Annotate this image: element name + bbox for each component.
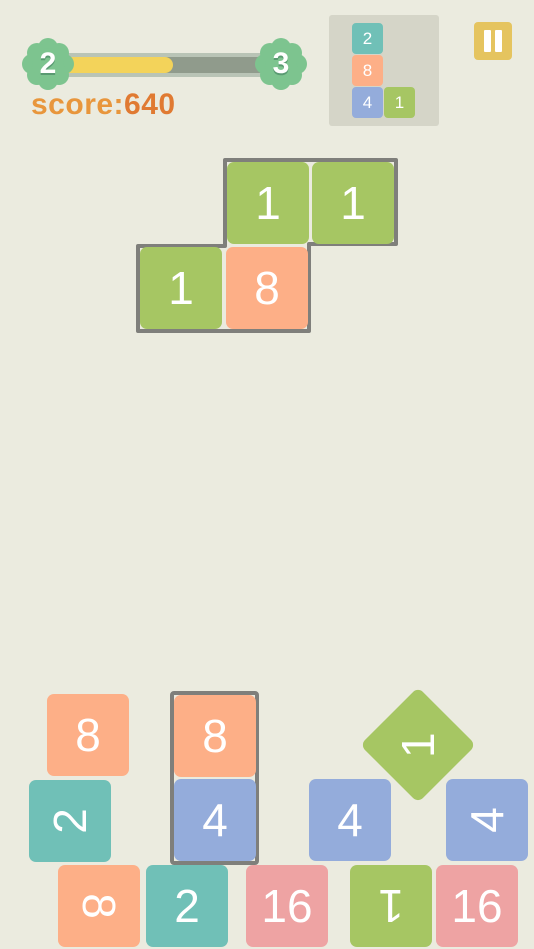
board-tile[interactable]: 16 — [436, 865, 518, 947]
board-tile[interactable]: 8 — [174, 695, 256, 777]
board-tile[interactable]: 1 — [350, 865, 432, 947]
board-tile[interactable]: 4 — [446, 779, 528, 861]
current-level-badge: 2 — [22, 38, 74, 90]
board-tile[interactable]: 16 — [246, 865, 328, 947]
board-tile[interactable]: 4 — [174, 779, 256, 861]
next-level-badge: 3 — [255, 38, 307, 90]
current-level-number: 2 — [39, 47, 57, 80]
board-tile[interactable]: 4 — [309, 779, 391, 861]
level-progress-fill — [60, 57, 173, 73]
board-tile[interactable]: 2 — [29, 780, 111, 862]
board-tile[interactable]: 2 — [146, 865, 228, 947]
next-level-number: 3 — [272, 47, 290, 80]
board-tile[interactable]: 8 — [58, 865, 140, 947]
